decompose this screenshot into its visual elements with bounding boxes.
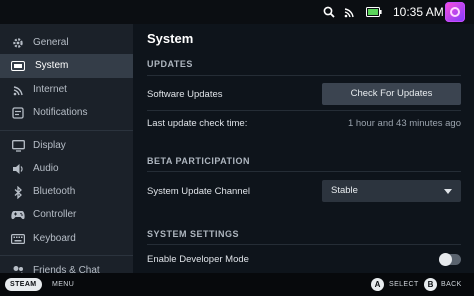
sidebar-item-display[interactable]: Display (0, 134, 133, 158)
sidebar-item-internet[interactable]: Internet (0, 78, 133, 102)
update-channel-label: System Update Channel (147, 186, 250, 197)
page-title: System (147, 31, 194, 46)
last-check-label: Last update check time: (147, 118, 248, 129)
check-for-updates-button[interactable]: Check For Updates (322, 83, 461, 105)
search-icon[interactable] (322, 0, 336, 24)
sidebar-item-system[interactable]: System (0, 54, 133, 78)
developer-mode-toggle[interactable] (439, 253, 461, 266)
sidebar-item-label: Audio (33, 163, 59, 174)
keyboard-icon (11, 232, 25, 246)
steam-button[interactable]: STEAM (5, 278, 42, 291)
gear-icon (11, 36, 25, 50)
update-channel-value: Stable (331, 185, 358, 196)
update-channel-dropdown[interactable]: Stable (322, 180, 461, 202)
section-heading-system-settings: SYSTEM SETTINGS (147, 229, 240, 239)
sidebar-item-general[interactable]: General (0, 31, 133, 55)
row-divider (147, 110, 461, 111)
settings-content: System UPDATES Software Updates Check Fo… (133, 24, 474, 273)
chevron-down-icon (444, 189, 452, 194)
display-icon (11, 139, 25, 153)
b-button-icon[interactable]: B (424, 278, 437, 291)
avatar-face-icon (450, 7, 460, 17)
row-divider (147, 171, 461, 172)
controller-icon (11, 208, 25, 222)
wifi-icon (11, 83, 25, 97)
sidebar-item-keyboard[interactable]: Keyboard (0, 227, 133, 251)
software-updates-label: Software Updates (147, 89, 223, 100)
system-icon (11, 59, 25, 73)
a-button-icon[interactable]: A (371, 278, 384, 291)
bluetooth-icon (11, 185, 25, 199)
sidebar-item-notifications[interactable]: Notifications (0, 101, 133, 125)
sidebar-item-controller[interactable]: Controller (0, 203, 133, 227)
section-heading-beta: BETA PARTICIPATION (147, 156, 250, 166)
back-hint: BACK (441, 281, 462, 288)
sidebar-item-label: Display (33, 140, 66, 151)
last-check-value: 1 hour and 43 minutes ago (347, 118, 461, 129)
sidebar-item-label: Keyboard (33, 233, 76, 244)
sidebar-item-label: Friends & Chat (33, 265, 100, 273)
settings-sidebar: General System Internet Notifications Di… (0, 24, 133, 273)
sidebar-item-friends-chat[interactable]: Friends & Chat (0, 259, 133, 273)
sidebar-item-label: Internet (33, 84, 67, 95)
wifi-icon (343, 0, 355, 24)
status-bar: 10:35 AM (0, 0, 474, 24)
sidebar-item-label: Bluetooth (33, 186, 76, 197)
sidebar-item-bluetooth[interactable]: Bluetooth (0, 180, 133, 204)
sidebar-item-label: System (35, 60, 69, 71)
section-heading-updates: UPDATES (147, 59, 193, 69)
bottom-hint-bar: STEAM MENU A SELECT B BACK (0, 273, 474, 296)
row-divider (147, 75, 461, 76)
battery-icon (365, 0, 383, 24)
sidebar-item-audio[interactable]: Audio (0, 157, 133, 181)
clock: 10:35 AM (393, 5, 444, 19)
sidebar-divider (0, 130, 133, 131)
sidebar-item-label: Controller (33, 209, 77, 220)
sidebar-divider (0, 255, 133, 256)
friends-icon (11, 264, 25, 273)
menu-hint: MENU (52, 281, 75, 288)
select-hint: SELECT (389, 281, 419, 288)
avatar[interactable] (445, 2, 465, 22)
notification-icon (11, 106, 25, 120)
toggle-knob (439, 253, 452, 266)
row-divider (147, 244, 461, 245)
developer-mode-label: Enable Developer Mode (147, 254, 249, 265)
sidebar-item-label: Notifications (33, 107, 88, 118)
sidebar-item-label: General (33, 37, 69, 48)
speaker-icon (11, 162, 25, 176)
